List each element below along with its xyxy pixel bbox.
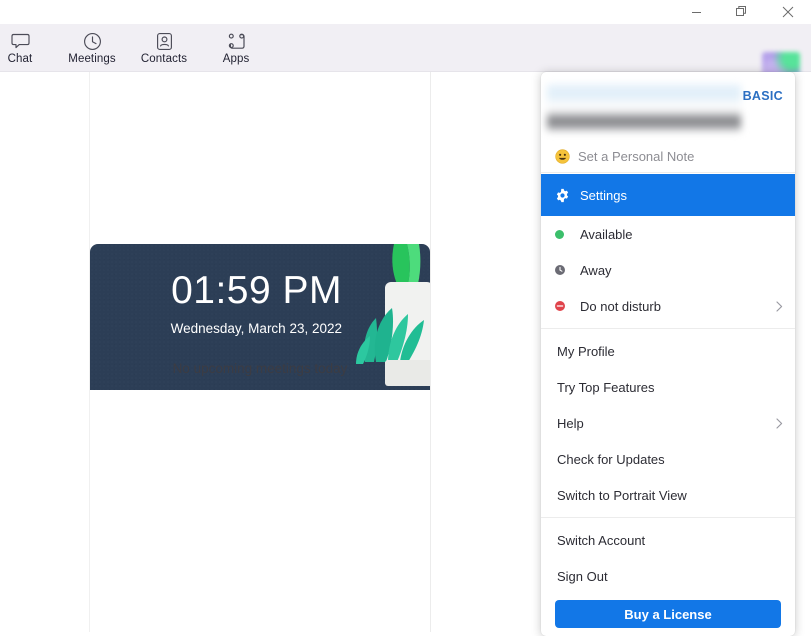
contact-card-icon (156, 32, 173, 51)
menu-item-check-for-updates[interactable]: Check for Updates (541, 441, 795, 477)
tab-chat-label: Chat (7, 53, 33, 65)
menu-item-try-top-features-label: Try Top Features (557, 379, 655, 395)
status-away-icon (555, 265, 573, 275)
plan-badge: BASIC (742, 89, 783, 103)
chevron-right-icon (776, 300, 783, 312)
tab-apps[interactable]: Apps (200, 28, 272, 70)
tab-meetings-label: Meetings (68, 53, 116, 65)
tab-apps-label: Apps (222, 53, 250, 65)
window-title-bar (0, 0, 811, 24)
chat-bubble-icon (10, 32, 30, 51)
smiley-face-emoji (555, 148, 570, 164)
apps-icon (227, 32, 246, 51)
menu-divider (541, 328, 795, 329)
menu-item-my-profile[interactable]: My Profile (541, 333, 795, 369)
close-icon (782, 6, 794, 18)
set-personal-note-label: Set a Personal Note (578, 148, 695, 164)
status-dnd-icon (555, 301, 573, 311)
menu-item-settings[interactable]: Settings (541, 174, 795, 216)
clock-icon (83, 32, 102, 51)
tab-chat[interactable]: Chat (0, 28, 56, 70)
profile-name-redacted (547, 84, 741, 132)
menu-item-available[interactable]: Available (541, 216, 795, 252)
menu-item-away[interactable]: Away (541, 252, 795, 288)
menu-item-switch-account-label: Switch Account (557, 532, 646, 548)
left-rail (0, 72, 90, 632)
menu-item-switch-to-portrait-view[interactable]: Switch to Portrait View (541, 477, 795, 513)
gear-icon (555, 188, 573, 203)
potted-plant-illustration (350, 244, 430, 390)
status-available-icon (555, 229, 573, 239)
menu-item-my-profile-label: My Profile (557, 343, 615, 359)
profile-header[interactable]: BASIC (541, 72, 795, 140)
menu-item-try-top-features[interactable]: Try Top Features (541, 369, 795, 405)
current-date: Wednesday, March 23, 2022 (170, 321, 342, 336)
set-personal-note-item[interactable]: Set a Personal Note (541, 140, 795, 173)
minimize-icon (691, 7, 702, 18)
menu-item-do-not-disturb-label: Do not disturb (580, 298, 661, 314)
restore-icon (736, 6, 748, 18)
window-close-button[interactable] (765, 0, 811, 24)
buy-a-license-button[interactable]: Buy a License (555, 600, 781, 628)
menu-item-do-not-disturb[interactable]: Do not disturb (541, 288, 795, 324)
home-panel: 01:59 PM Wednesday, March 23, 2022 No up… (90, 72, 431, 632)
menu-item-switch-to-portrait-view-label: Switch to Portrait View (557, 487, 687, 503)
window-minimize-button[interactable] (673, 0, 719, 24)
clock-text-group: 01:59 PM Wednesday, March 23, 2022 (171, 268, 342, 338)
menu-item-available-label: Available (580, 226, 633, 242)
menu-item-sign-out-label: Sign Out (557, 568, 608, 584)
menu-item-help-label: Help (557, 415, 584, 431)
menu-divider (541, 517, 795, 518)
menu-item-check-for-updates-label: Check for Updates (557, 451, 665, 467)
tab-meetings[interactable]: Meetings (56, 28, 128, 70)
current-time: 01:59 PM (171, 269, 342, 312)
menu-item-help[interactable]: Help (541, 405, 795, 441)
menu-item-settings-label: Settings (580, 187, 627, 203)
window-maximize-button[interactable] (719, 0, 765, 24)
menu-item-away-label: Away (580, 262, 612, 278)
tab-contacts[interactable]: Contacts (128, 28, 200, 70)
main-toolbar: Chat Meetings Contacts Apps (0, 24, 811, 86)
menu-item-sign-out[interactable]: Sign Out (541, 558, 795, 594)
tab-contacts-label: Contacts (140, 53, 188, 65)
profile-dropdown-menu: BASIC Set a Personal Note Settings Avail… (541, 72, 795, 636)
chevron-right-icon (776, 417, 783, 429)
menu-item-switch-account[interactable]: Switch Account (541, 522, 795, 558)
